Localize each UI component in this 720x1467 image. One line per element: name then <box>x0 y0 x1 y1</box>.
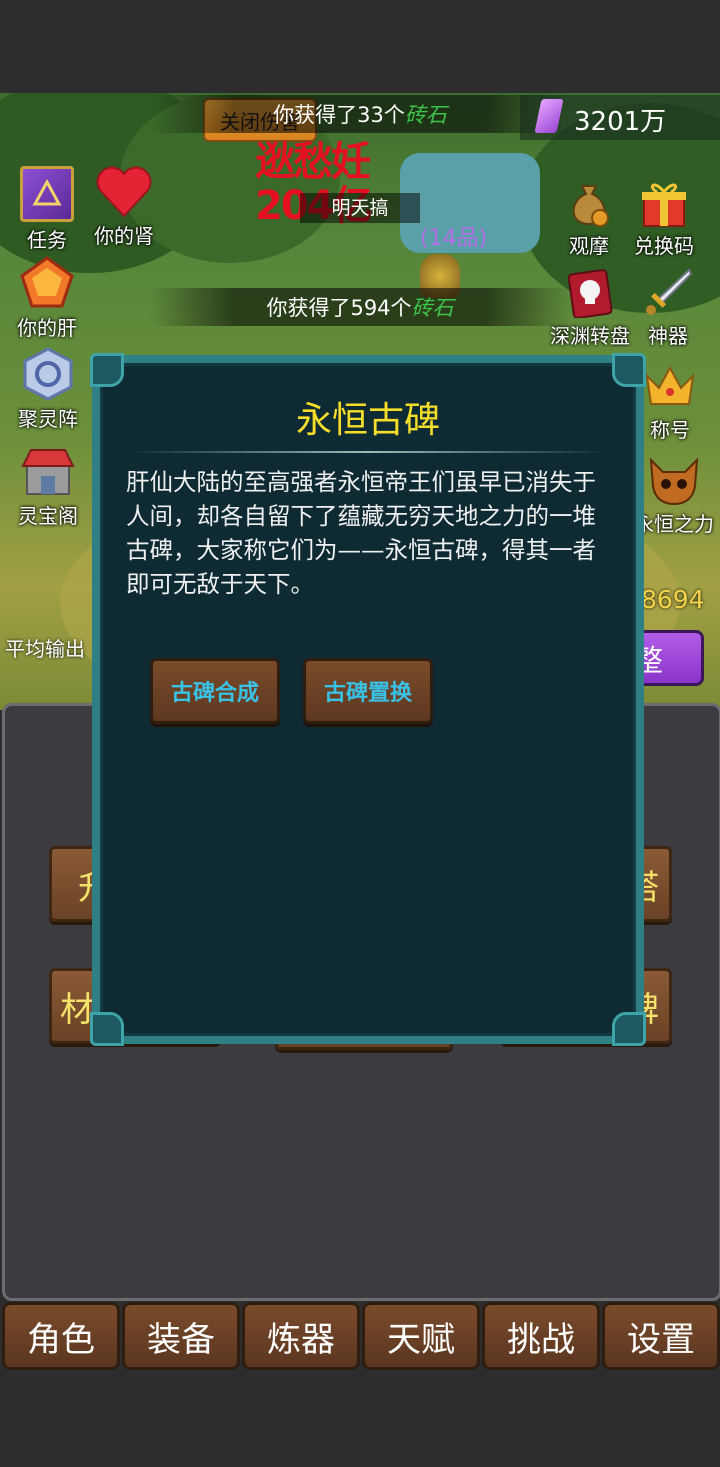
dialog-corner <box>612 353 646 387</box>
nav-settings[interactable]: 设置 <box>602 1302 720 1370</box>
redeem-code-button[interactable]: 兑换码 <box>628 178 700 259</box>
loot-toast-bottom: 你获得了594个 砖石 <box>150 288 570 326</box>
treasure-pavilion-label: 灵宝阁 <box>18 504 78 528</box>
kidney-label: 你的肾 <box>94 224 154 248</box>
avg-output-label: 平均输出 <box>5 637 85 661</box>
liver-button[interactable]: 你的肝 <box>12 256 82 341</box>
money-bag-icon <box>564 178 614 228</box>
nav-challenge[interactable]: 挑战 <box>482 1302 600 1370</box>
system-nav-area <box>0 1370 720 1467</box>
quest-button[interactable]: 任务 <box>12 166 82 253</box>
book-icon <box>20 166 74 222</box>
stele-merge-button[interactable]: 古碑合成 <box>150 658 280 724</box>
status-bar-area <box>0 0 720 93</box>
treasure-pavilion-button[interactable]: 灵宝阁 <box>12 444 84 529</box>
dialog-corner <box>90 1012 124 1046</box>
kidney-button[interactable]: 你的肾 <box>88 166 160 249</box>
nav-equipment[interactable]: 装备 <box>122 1302 240 1370</box>
dialog-description: 肝仙大陆的至高强者永恒帝王们虽早已消失于人间，却各自留下了蕴藏无穷天地之力的一堆… <box>126 468 596 598</box>
toast-item: 砖石 <box>404 103 447 127</box>
liver-label: 你的肝 <box>17 316 77 340</box>
crystal-counter: 3201万 <box>520 95 720 140</box>
nav-refining[interactable]: 炼器 <box>242 1302 360 1370</box>
abyss-wheel-label: 深渊转盘 <box>550 324 630 348</box>
eternal-power-label: 永恒之力 <box>634 512 714 536</box>
shop-icon <box>21 444 75 498</box>
boss-name: 明天搞 <box>300 193 420 223</box>
stele-swap-button[interactable]: 古碑置换 <box>303 658 433 724</box>
dialog-corner <box>90 353 124 387</box>
menu-button-label: 材 <box>60 989 94 1030</box>
crystal-icon <box>534 99 564 133</box>
artifact-button[interactable]: 神器 <box>638 268 698 349</box>
loot-toast-top: 你获得了33个 砖石 <box>150 95 570 133</box>
abyss-wheel-button[interactable]: 深渊转盘 <box>544 268 636 349</box>
toast-text: 你获得了594个 <box>266 296 412 320</box>
dialog-title: 永恒古碑 <box>295 400 440 441</box>
demon-skull-icon <box>647 456 701 506</box>
nav-character[interactable]: 角色 <box>2 1302 120 1370</box>
observe-label: 观摩 <box>569 234 609 258</box>
quest-label: 任务 <box>27 228 67 252</box>
title-label: 称号 <box>650 418 690 442</box>
redeem-code-label: 兑换码 <box>634 234 694 258</box>
crown-icon <box>643 362 697 412</box>
dialog-corner <box>612 1012 646 1046</box>
spirit-array-button[interactable]: 聚灵阵 <box>12 347 84 432</box>
gem-icon <box>20 256 74 310</box>
dialog-divider <box>130 451 606 453</box>
gift-icon <box>639 178 689 228</box>
artifact-label: 神器 <box>648 324 688 348</box>
boss-grade: (14品) <box>420 226 488 251</box>
sword-icon <box>643 268 693 318</box>
rune-stone-icon <box>21 347 75 401</box>
crystal-amount: 3201万 <box>574 107 667 137</box>
heart-icon <box>96 166 152 218</box>
nav-talent[interactable]: 天赋 <box>362 1302 480 1370</box>
title-button[interactable]: 称号 <box>640 362 700 443</box>
spirit-array-label: 聚灵阵 <box>18 407 78 431</box>
toast-text: 你获得了33个 <box>273 103 405 127</box>
eternal-stele-dialog: 永恒古碑 肝仙大陆的至高强者永恒帝王们虽早已消失于人间，却各自留下了蕴藏无穷天地… <box>90 353 646 1046</box>
skull-card-icon <box>565 268 615 318</box>
observe-button[interactable]: 观摩 <box>558 178 620 259</box>
toast-item: 砖石 <box>411 296 454 320</box>
